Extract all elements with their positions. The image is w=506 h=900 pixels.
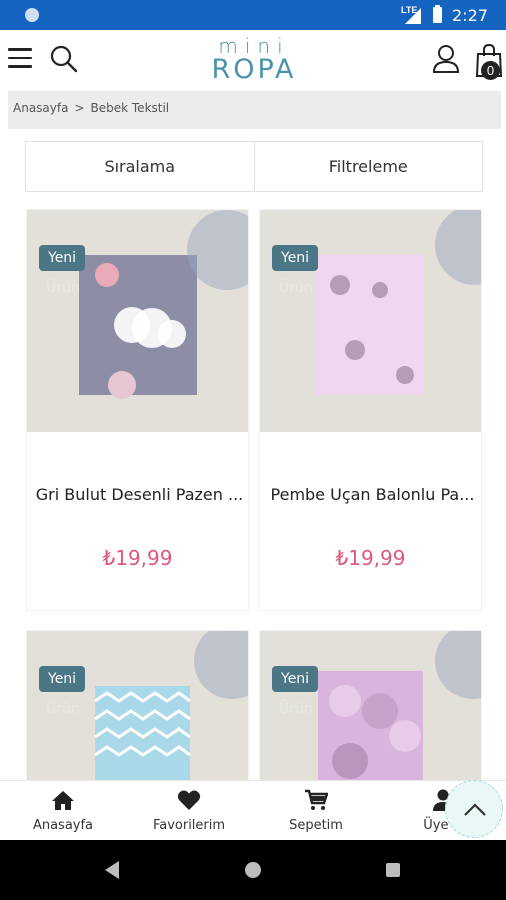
product-price: ₺19,99 xyxy=(335,546,406,570)
cart-count-badge: 0 xyxy=(481,61,500,80)
sort-button[interactable]: Sıralama xyxy=(26,142,254,191)
search-icon[interactable] xyxy=(50,45,78,73)
breadcrumb: Anasayfa > Bebek Tekstil xyxy=(8,91,501,129)
product-card[interactable]: Yeni Ürün xyxy=(259,630,482,791)
system-navigation-bar xyxy=(0,840,506,900)
product-price: ₺19,99 xyxy=(102,546,173,570)
product-name[interactable]: Gri Bulut Desenli Pazen ... xyxy=(32,485,247,504)
breadcrumb-current: Bebek Tekstil xyxy=(90,101,170,115)
heart-icon xyxy=(177,790,201,810)
brand-logo[interactable]: mini ROPA xyxy=(204,36,304,86)
account-icon[interactable] xyxy=(432,44,460,74)
new-product-badge-sub: Ürün xyxy=(279,701,313,717)
notification-icon xyxy=(25,8,39,22)
home-icon xyxy=(52,791,74,810)
sort-filter-bar: Sıralama Filtreleme xyxy=(25,141,483,192)
clock: 2:27 xyxy=(452,6,488,25)
nav-cart[interactable]: Sepetim xyxy=(253,781,379,841)
breadcrumb-home[interactable]: Anasayfa xyxy=(13,101,68,115)
new-product-badge: Yeni xyxy=(272,666,319,692)
product-card[interactable]: Yeni Ürün Pembe Uçan Balonlu Pa... ₺19,9… xyxy=(259,209,482,611)
product-name[interactable]: Pembe Uçan Balonlu Pa... xyxy=(265,485,480,504)
new-product-badge: Yeni xyxy=(39,245,86,271)
product-image[interactable] xyxy=(260,210,481,432)
scroll-to-top-button[interactable] xyxy=(445,780,503,838)
recent-apps-icon[interactable] xyxy=(386,863,400,877)
product-photo xyxy=(315,210,481,395)
nav-cart-label: Sepetim xyxy=(289,818,343,833)
status-bar: LTE 2:27 xyxy=(0,0,506,30)
new-product-badge-sub: Ürün xyxy=(46,701,80,717)
breadcrumb-separator: > xyxy=(74,101,85,115)
new-product-badge-sub: Ürün xyxy=(46,280,80,296)
product-image[interactable] xyxy=(27,210,248,432)
menu-icon[interactable] xyxy=(8,48,32,70)
new-product-badge-sub: Ürün xyxy=(279,280,313,296)
nav-home-label: Anasayfa xyxy=(32,818,94,833)
signal-icon xyxy=(405,8,421,24)
bottom-navigation: Anasayfa Favorilerim Sepetim Üye G xyxy=(0,780,506,840)
product-photo xyxy=(79,210,248,399)
nav-favorites-label: Favorilerim xyxy=(152,818,226,833)
chevron-up-icon xyxy=(464,803,486,816)
battery-icon xyxy=(433,5,442,23)
product-card[interactable]: Yeni Ürün Gri Bulut Desenli Pazen ... ₺1… xyxy=(26,209,249,611)
back-icon[interactable] xyxy=(105,861,119,879)
product-card[interactable]: Yeni Ürün xyxy=(26,630,249,791)
cart-icon xyxy=(305,789,328,810)
nav-favorites[interactable]: Favorilerim xyxy=(126,781,252,841)
home-button-icon[interactable] xyxy=(245,862,261,878)
app-header: mini ROPA 0 xyxy=(0,30,506,90)
new-product-badge: Yeni xyxy=(39,666,86,692)
nav-home[interactable]: Anasayfa xyxy=(0,781,126,841)
new-product-badge: Yeni xyxy=(272,245,319,271)
filter-button[interactable]: Filtreleme xyxy=(253,142,483,191)
